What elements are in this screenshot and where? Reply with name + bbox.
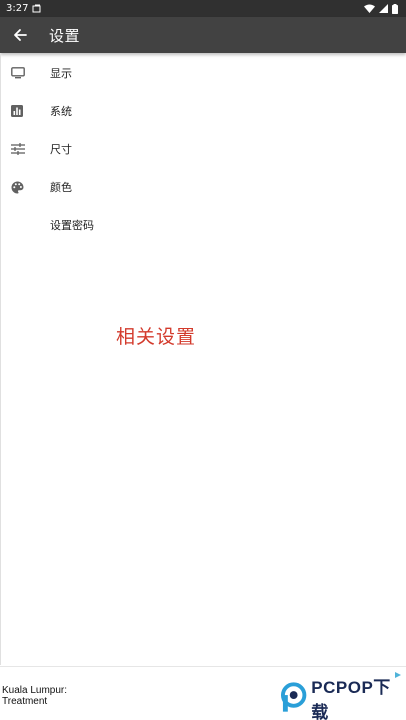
arrow-left-icon	[14, 29, 27, 41]
bar-chart-icon	[11, 105, 23, 117]
app-bar: 设置	[0, 17, 406, 53]
menu-item-display[interactable]: 显示	[0, 54, 406, 92]
menu-item-size[interactable]: 尺寸	[0, 130, 406, 168]
monitor-icon	[11, 67, 25, 79]
ad-text: Kuala Lumpur: Treatment	[2, 685, 68, 707]
menu-item-set-password[interactable]: 设置密码	[0, 206, 406, 244]
page-title: 设置	[49, 26, 81, 45]
battery-icon	[392, 3, 398, 14]
menu-item-label: 颜色	[50, 181, 72, 194]
palette-icon	[11, 181, 24, 193]
watermark: PCPOP下载	[280, 678, 406, 720]
settings-menu: 显示 系统 尺寸 颜色 设置密码	[0, 54, 406, 244]
notification-icon	[32, 4, 41, 13]
menu-item-label: 系统	[50, 105, 72, 118]
menu-item-label: 显示	[50, 67, 72, 80]
center-caption: 相关设置	[115, 326, 196, 348]
signal-icon	[379, 4, 388, 13]
pcpop-logo-icon	[280, 682, 307, 712]
status-right	[364, 3, 398, 14]
watermark-text: PCPOP下载	[311, 678, 391, 720]
status-time: 3:27	[6, 3, 29, 14]
sliders-icon	[11, 143, 25, 155]
menu-item-label: 设置密码	[50, 219, 94, 232]
menu-item-label: 尺寸	[50, 143, 72, 156]
status-left: 3:27	[6, 3, 41, 14]
back-button[interactable]	[0, 17, 40, 53]
status-bar: 3:27	[0, 0, 406, 17]
menu-item-color[interactable]: 颜色	[0, 168, 406, 206]
wifi-icon	[364, 4, 375, 13]
menu-item-system[interactable]: 系统	[0, 92, 406, 130]
